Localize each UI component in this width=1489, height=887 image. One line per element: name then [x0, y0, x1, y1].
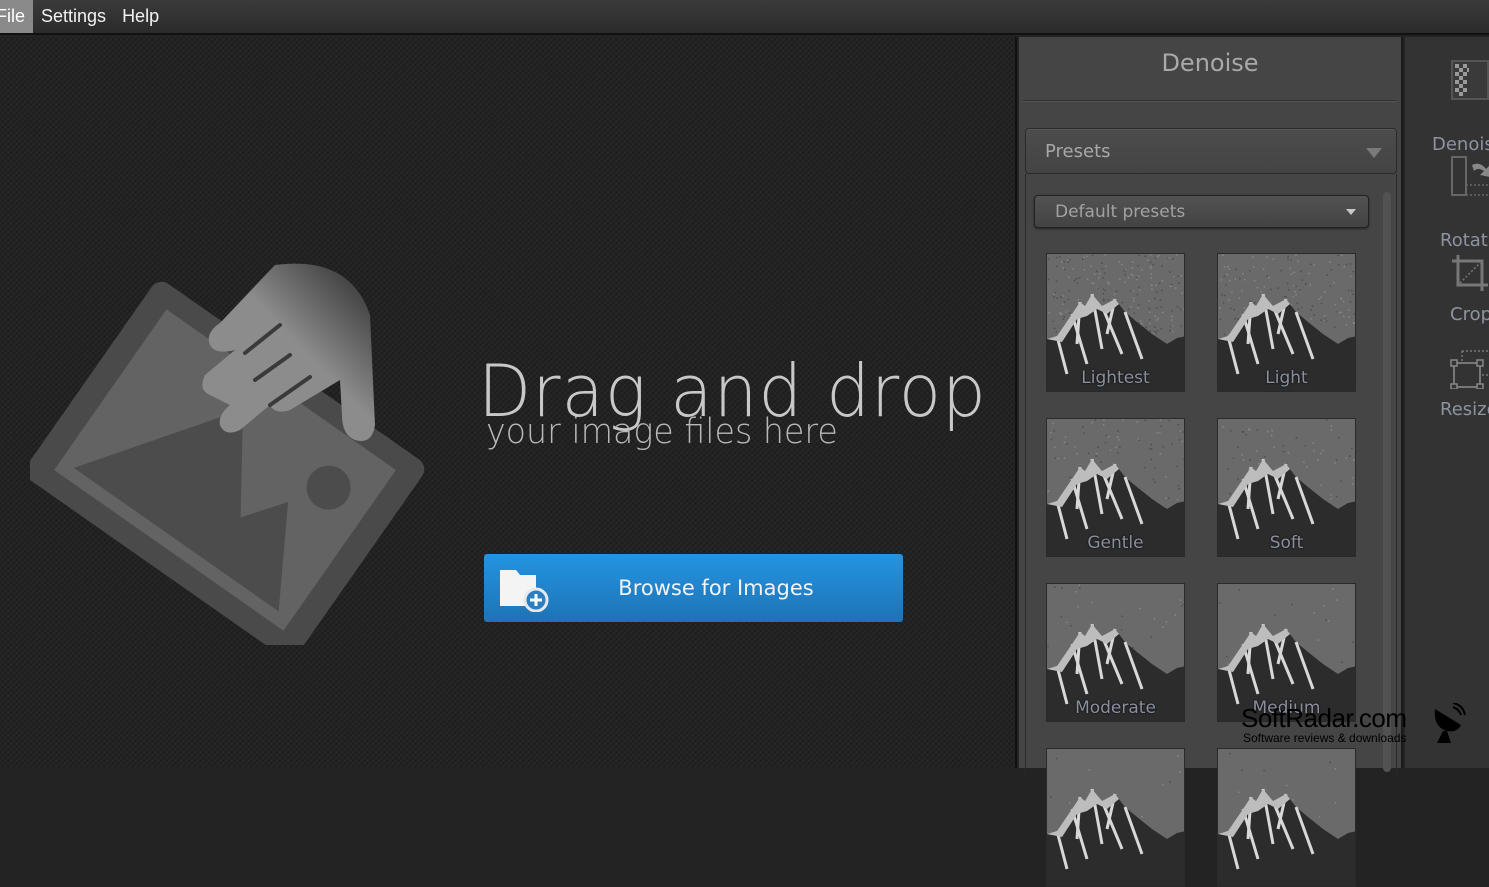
preset-label: Soft	[1218, 533, 1355, 553]
resize-icon	[1450, 347, 1489, 389]
presets-scrollbar[interactable]	[1383, 192, 1391, 772]
preset-thumbnail[interactable]	[1217, 748, 1356, 887]
preset-thumbnail[interactable]: Moderate	[1046, 583, 1185, 722]
tool-rotate[interactable]: Rotate	[1405, 155, 1489, 245]
tool-denoise[interactable]: Denoise	[1405, 59, 1489, 149]
preset-category-dropdown[interactable]: Default presets	[1034, 195, 1369, 228]
tool-rotate-label: Rotate	[1440, 230, 1489, 251]
browse-for-images-button[interactable]: Browse for Images	[484, 554, 903, 622]
panel-title: Denoise	[1019, 49, 1401, 77]
menu-help-label: Help	[122, 6, 159, 27]
satellite-dish-icon	[1431, 703, 1467, 745]
preset-label: Gentle	[1047, 533, 1184, 553]
menu-help[interactable]: Help	[114, 0, 167, 33]
preset-label: Lightest	[1047, 368, 1184, 388]
denoise-icon	[1450, 59, 1489, 101]
tool-crop-label: Crop	[1450, 304, 1489, 325]
mountain-preview-image	[1047, 749, 1185, 887]
tools-sidebar: Denoise Rotate Crop Resize	[1405, 37, 1489, 768]
menu-bar: File Settings Help	[0, 0, 1489, 35]
preset-thumbnail[interactable]: Soft	[1217, 418, 1356, 557]
softradar-watermark: SoftRadar.com Software reviews & downloa…	[1241, 703, 1471, 748]
drag-drop-illustration-icon	[30, 245, 430, 645]
rotate-icon	[1450, 155, 1489, 197]
presets-body: Default presets Lightest Light Gentle Soft M…	[1025, 174, 1397, 774]
tool-crop[interactable]: Crop	[1405, 251, 1489, 341]
panel-divider	[1023, 100, 1395, 102]
menu-settings[interactable]: Settings	[33, 0, 114, 33]
tool-resize[interactable]: Resize	[1405, 347, 1489, 437]
menu-file[interactable]: File	[0, 0, 33, 33]
preset-dropdown-value: Default presets	[1055, 202, 1185, 222]
menu-file-label: File	[0, 6, 25, 27]
drag-drop-subtitle: your image files here	[486, 412, 838, 452]
watermark-name: SoftRadar.com	[1241, 703, 1406, 734]
tool-resize-label: Resize	[1440, 399, 1489, 420]
preset-thumbnail[interactable]: Lightest	[1046, 253, 1185, 392]
preset-thumbnail[interactable]: Light	[1217, 253, 1356, 392]
presets-header-label: Presets	[1045, 141, 1111, 162]
crop-icon	[1450, 251, 1489, 293]
collapse-triangle-icon	[1366, 148, 1382, 158]
preset-thumbnail[interactable]	[1046, 748, 1185, 887]
menu-settings-label: Settings	[41, 6, 106, 27]
preset-thumbnail[interactable]: Gentle	[1046, 418, 1185, 557]
preset-label: Moderate	[1047, 698, 1184, 718]
watermark-tagline: Software reviews & downloads	[1243, 731, 1406, 745]
preset-thumbnail[interactable]: Medium	[1217, 583, 1356, 722]
chevron-down-icon	[1346, 209, 1356, 215]
presets-section-header[interactable]: Presets	[1025, 128, 1397, 174]
mountain-preview-image	[1218, 749, 1356, 887]
browse-button-label: Browse for Images	[484, 576, 903, 600]
tool-denoise-label: Denoise	[1432, 134, 1489, 155]
drop-zone[interactable]: Drag and drop your image files here Brow…	[0, 37, 1017, 768]
denoise-panel: Denoise Presets Default presets Lightest…	[1019, 37, 1403, 768]
preset-label: Light	[1218, 368, 1355, 388]
